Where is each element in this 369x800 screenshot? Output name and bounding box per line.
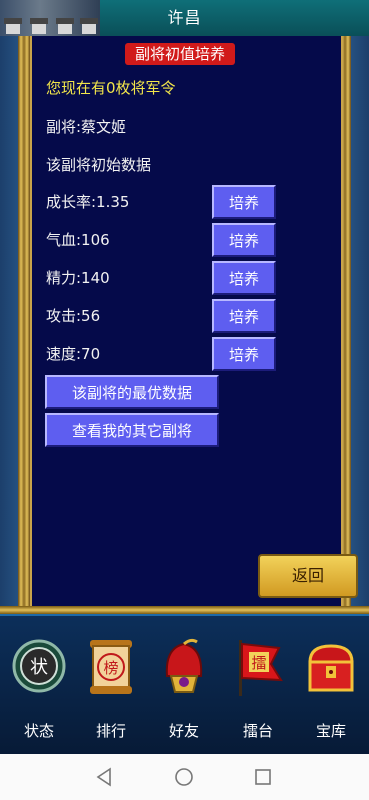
nav-ranking[interactable]: 榜 排行 [78,628,144,740]
home-circle-icon[interactable] [173,766,195,788]
nav-friends-label: 好友 [168,722,199,740]
ranking-scroll-icon: 榜 [90,640,132,694]
best-data-button[interactable]: 该副将的最优数据 [45,375,219,409]
view-other-generals-button[interactable]: 查看我的其它副将 [45,413,219,447]
tokens-line: 您现在有0枚将军令 [46,79,176,97]
stat-energy: 精力:140 [46,269,110,287]
friends-helmet-icon [165,638,203,693]
train-speed-button[interactable]: 培养 [212,337,276,371]
android-nav-bar [0,754,369,800]
train-energy-button[interactable]: 培养 [212,261,276,295]
nav-friends[interactable]: 好友 [151,628,217,740]
train-attack-button[interactable]: 培养 [212,299,276,333]
arena-flag-icon: 擂 [239,640,283,696]
nav-ranking-label: 排行 [95,722,126,740]
nav-arena-label: 擂台 [242,722,273,740]
treasure-chest-icon [308,644,354,692]
stat-growth-rate: 成长率:1.35 [46,193,130,211]
nav-status-label: 状态 [23,722,54,740]
stat-hp: 气血:106 [46,231,110,249]
stat-speed: 速度:70 [46,345,101,363]
stat-attack: 攻击:56 [46,307,101,325]
svg-text:状: 状 [30,657,48,678]
nav-treasury-label: 宝库 [315,722,346,740]
nav-status[interactable]: 状 状态 [6,628,72,740]
train-hp-button[interactable]: 培养 [212,223,276,257]
status-medal-icon: 状 [12,639,66,693]
recents-square-icon[interactable] [252,766,274,788]
top-bar: 许昌 [0,0,369,38]
city-title: 许昌 [167,8,202,27]
back-triangle-icon[interactable] [94,766,116,788]
gold-border-bottom [0,606,369,614]
svg-text:擂: 擂 [251,654,266,672]
general-name-line: 副将:蔡文姬 [46,118,127,136]
nav-arena[interactable]: 擂 擂台 [225,628,291,740]
train-growth-rate-button[interactable]: 培养 [212,185,276,219]
left-gold-pillar [18,36,30,610]
nav-treasury[interactable]: 宝库 [298,628,364,740]
initial-data-line: 该副将初始数据 [46,156,152,174]
svg-text:榜: 榜 [103,659,118,677]
back-button[interactable]: 返回 [258,554,358,598]
panel-title: 副将初值培养 [125,43,235,65]
